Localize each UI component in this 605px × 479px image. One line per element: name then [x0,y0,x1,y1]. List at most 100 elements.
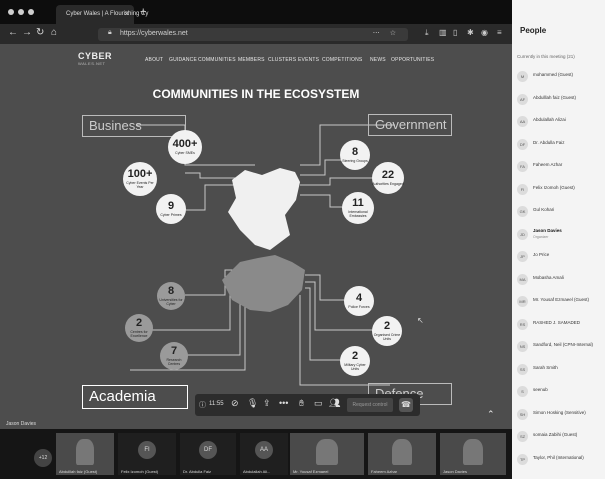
avatar: GK [517,206,528,217]
participant-name: Mobasha Amali [533,274,564,280]
stat-value: 9 [167,200,175,212]
stat-value: 4 [355,292,363,304]
participant-row[interactable]: TP Taylor, Phil (International) [517,453,605,467]
request-control-button[interactable]: Request control [347,398,393,412]
participant-row[interactable]: JD Jason Davies Organizer [517,228,605,242]
participant-row[interactable]: AA Abdulallah Alizai [517,115,605,129]
sector-business: Business [82,115,186,137]
participant-name: mohammed (Guest) [533,72,574,77]
info-icon[interactable]: ⓘ [199,400,206,410]
stat-value: 400+ [172,138,198,150]
avatar: JD [517,228,528,240]
stat-label: Steering Groups [342,159,368,163]
stat-label: Authorities Engaged [372,182,404,186]
video-feed [76,439,94,465]
avatar: DF [517,138,528,150]
participant-row[interactable]: NS Sandford, Neil (CPNI-Internal) [517,340,605,354]
participant-tile[interactable]: FI Felix Izomoh (Guest) [118,433,176,475]
avatar: AA [255,441,273,459]
stat-value: 22 [381,169,395,181]
participant-row[interactable]: MR Mr. Yousaf Ezmaeel (Guest) [517,295,605,309]
participant-tile[interactable]: Abdulllah faiz (Guest) [56,433,114,475]
stat-label: Research Centres [166,358,182,366]
participant-name: Abdulallah Alizai [533,117,566,122]
stat-value: 2 [383,320,391,332]
stat-value: 2 [351,350,359,362]
participant-tile-name: Faheem Azhar [371,469,398,474]
stat-value: 8 [351,146,359,158]
raise-hand-icon[interactable]: ✋︎ [299,398,304,409]
stat-universities: 8 Universities for Cyber [157,282,185,310]
sector-academia: Academia [82,385,188,409]
participant-row[interactable]: FA Faheem Azhar [517,160,605,174]
chat-icon[interactable]: ▭ [314,398,323,409]
participant-tile[interactable]: AA Abdulallah Ali... [240,433,288,475]
participant-role: Organizer [533,234,549,239]
share-screen-icon[interactable]: ⇪ [263,398,271,409]
avatar: FA [517,161,528,172]
chevron-up-icon[interactable]: ⌃ [487,409,495,420]
participant-name: Dr. Abdulla Faiz [533,139,565,145]
participant-row[interactable]: SZ somaia Zabihi (Guest) [517,430,605,444]
stat-label: Cyber SMEs [175,151,195,155]
stat-cyber-smes: 400+ Cyber SMEs [168,130,202,164]
participant-row[interactable]: Sseenub [517,385,605,399]
participant-tile-name: Jason Davies [443,469,468,474]
avatar: AA [517,116,528,127]
stat-value: 2 [135,317,143,329]
participant-name: RASHED J. SAMADED [533,319,581,325]
participant-row[interactable]: SH Simon Hosking (Sensitive) [517,408,605,422]
participant-tile-name: Mr. Yousaf Ezmaeel [293,469,329,474]
participant-tile[interactable]: Mr. Yousaf Ezmaeel [290,433,364,475]
stat-steering-groups: 8 Steering Groups [340,140,370,170]
stat-research-centres: 7 Research Centres [160,342,188,370]
participant-tile[interactable]: DF Dr. Abdulla Faiz [180,433,236,475]
participant-tile-name: Abdulallah Ali... [243,469,271,474]
video-feed [391,439,413,465]
participant-name: Sarah Smith [533,364,558,370]
leave-call-button[interactable]: ☎︎ [399,398,413,412]
shared-screen: Cyber Wales | A Flourishing Cy × + ← → ↻… [0,0,512,429]
participant-row[interactable]: SS Sarah Smith [517,363,605,377]
stat-cyber-events: 100+ Cyber Events Per Year [123,162,157,196]
participant-name: Simon Hosking (Sensitive) [533,409,586,415]
camera-off-icon[interactable]: ⊘ [231,398,239,409]
participant-row[interactable]: RS RASHED J. SAMADED [517,318,605,332]
participant-tile[interactable]: Jason Davies [440,433,506,475]
stat-authorities-engaged: 22 Authorities Engaged [372,162,404,194]
video-feed [463,439,483,465]
stat-label: International Embassies [348,210,368,218]
more-options-icon[interactable]: ••• [279,398,288,408]
stat-police-forces: 4 Police Forces [344,286,374,316]
participant-row[interactable]: GK Gul Kohari [517,205,605,219]
avatar: JP [517,251,528,262]
avatar: NS [517,341,528,352]
participant-row[interactable]: JP Jo Price [517,250,605,264]
participant-name: Felix Izomoh (Guest) [533,184,575,190]
participant-row[interactable]: DF Dr. Abdulla Faiz [517,138,605,152]
stat-centres-excellence: 2 Centres for Excellence [125,314,153,342]
stat-label: Cyber Events Per Year [126,181,154,189]
stat-military-cyber-units: 2 Military Cyber Units [340,346,370,376]
stat-label: Cyber Primes [160,213,182,217]
stat-organised-crime-units: 2 Organised Crime Units [372,316,402,346]
people-icon[interactable]: 👥︎ [329,398,340,409]
participant-row[interactable]: AF Abdulllah faiz (Guest) [517,93,605,107]
avatar: MR [517,296,528,307]
participant-row[interactable]: FI Felix Izomoh (Guest) [517,183,605,197]
participant-tile[interactable]: Faheem Azhar [368,433,436,475]
avatar: M [517,71,528,82]
participant-name: somaia Zabihi (Guest) [533,432,578,437]
call-timer: 11:55 [209,401,224,407]
more-participants-button[interactable]: +12 [34,449,52,467]
participant-row[interactable]: Mmohammed (Guest) [517,70,605,84]
mic-icon[interactable]: 🎙︎ [247,398,258,409]
participant-name: Jason Davies [533,227,562,233]
stat-cyber-primes: 9 Cyber Primes [156,194,186,224]
participant-row[interactable]: MA Mobasha Amali [517,273,605,287]
avatar: FI [517,183,528,195]
mouse-cursor-icon: ↖ [417,316,424,325]
meeting-participants-header[interactable]: Currently in this meeting (21) [517,54,575,59]
people-panel-title: People [520,26,547,35]
map-south-wales [222,255,305,312]
